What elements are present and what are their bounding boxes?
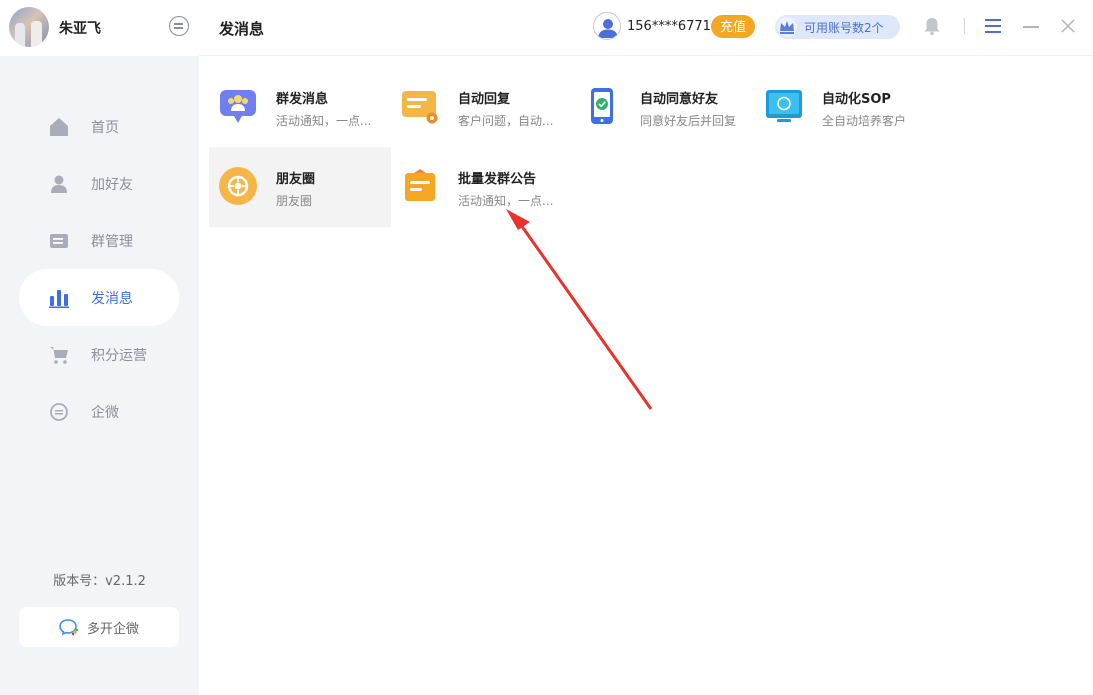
sidebar-item-label: 积分运营 <box>91 347 147 364</box>
card-desc: 活动通知，一点... <box>276 114 372 128</box>
feature-grid: 群发消息 活动通知，一点... 自动回复 客户问题，自动... 自动同意好友 同… <box>209 67 1093 227</box>
header-divider <box>964 18 965 34</box>
card-title: 自动化SOP <box>822 92 891 107</box>
profile-area: 朱亚飞 <box>0 0 199 56</box>
card-automation-sop[interactable]: 自动化SOP 全自动培养客户 <box>755 67 937 147</box>
sidebar: 朱亚飞 首页 加好友 群管理 发消息 积分运营 企微 版本号：v2.1.2 多开… <box>0 0 199 695</box>
sidebar-item-points[interactable]: 积分运营 <box>19 326 179 383</box>
cart-icon <box>50 347 68 364</box>
sidebar-item-send-message[interactable]: 发消息 <box>19 269 179 326</box>
group-message-icon <box>220 90 256 123</box>
monitor-sop-icon <box>766 90 802 122</box>
phone-number: 156****6771 <box>627 19 711 34</box>
multi-open-label: 多开企微 <box>86 621 139 637</box>
sidebar-item-label: 加好友 <box>91 176 133 193</box>
moments-icon <box>219 167 257 205</box>
sidebar-item-add-friend[interactable]: 加好友 <box>19 155 179 212</box>
chat-icon <box>50 403 68 421</box>
card-moments[interactable]: 朋友圈 朋友圈 <box>209 147 391 227</box>
sidebar-item-home[interactable]: 首页 <box>19 98 179 155</box>
announcement-icon <box>405 169 435 201</box>
sidebar-item-label: 群管理 <box>91 233 133 250</box>
page-title: 发消息 <box>219 20 265 38</box>
menu-icon[interactable] <box>985 19 1001 33</box>
card-title: 朋友圈 <box>276 172 316 187</box>
sidebar-item-group-manage[interactable]: 群管理 <box>19 212 179 269</box>
multi-open-button[interactable]: 多开企微 <box>19 607 179 647</box>
sidebar-nav: 首页 加好友 群管理 发消息 积分运营 企微 <box>19 98 179 440</box>
user-avatar-icon[interactable] <box>593 12 621 40</box>
card-desc: 朋友圈 <box>276 194 313 208</box>
auto-reply-icon <box>402 91 438 124</box>
sidebar-item-label: 发消息 <box>91 290 133 307</box>
bell-icon[interactable] <box>922 16 942 36</box>
wecom-logo-icon <box>59 619 79 636</box>
account-count-text: 可用账号数2个 <box>804 21 884 35</box>
group-manage-icon <box>50 234 68 248</box>
card-auto-accept-friend[interactable]: 自动同意好友 同意好友后并回复 <box>573 67 755 147</box>
card-desc: 同意好友后并回复 <box>640 114 737 128</box>
card-title: 批量发群公告 <box>458 172 537 187</box>
card-desc: 活动通知，一点... <box>458 194 554 208</box>
sidebar-item-label: 企微 <box>91 404 119 421</box>
user-icon <box>51 175 67 193</box>
version-text: 版本号：v2.1.2 <box>53 574 146 589</box>
card-batch-group-announcement[interactable]: 批量发群公告 活动通知，一点... <box>391 147 573 227</box>
sidebar-item-label: 首页 <box>91 119 119 136</box>
close-icon[interactable] <box>1061 19 1075 33</box>
card-title: 自动回复 <box>458 92 511 107</box>
card-desc: 客户问题，自动... <box>458 114 554 128</box>
sidebar-item-wecom[interactable]: 企微 <box>19 383 179 440</box>
recharge-button[interactable]: 充值 <box>711 15 755 38</box>
home-icon <box>50 118 68 136</box>
phone-check-icon <box>591 88 613 124</box>
username: 朱亚飞 <box>59 21 101 37</box>
avatar[interactable] <box>9 7 49 47</box>
app-window: 朱亚飞 首页 加好友 群管理 发消息 积分运营 企微 版本号：v2.1.2 多开… <box>0 0 1093 695</box>
collapse-menu-icon[interactable] <box>169 16 189 36</box>
card-title: 群发消息 <box>276 92 329 107</box>
card-auto-reply[interactable]: 自动回复 客户问题，自动... <box>391 67 573 147</box>
card-title: 自动同意好友 <box>640 92 719 107</box>
bar-chart-icon <box>49 290 69 308</box>
account-count-badge[interactable]: 可用账号数2个 <box>775 15 900 39</box>
minimize-icon[interactable] <box>1023 26 1039 28</box>
top-header: 发消息 156****6771 充值 可用账号数2个 <box>199 0 1093 56</box>
crown-icon <box>777 17 797 37</box>
card-desc: 全自动培养客户 <box>822 114 907 128</box>
card-group-message[interactable]: 群发消息 活动通知，一点... <box>209 67 391 147</box>
